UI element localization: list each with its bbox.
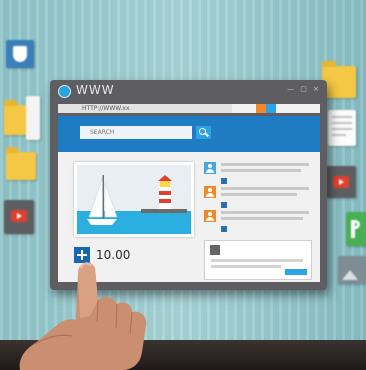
- sailboat-lighthouse-illustration: [77, 165, 191, 234]
- video-icon: [4, 200, 34, 234]
- image-icon: [338, 256, 366, 284]
- address-bar[interactable]: HTTP://WWW.xx: [58, 104, 320, 113]
- address-bar-tab[interactable]: [276, 104, 320, 113]
- feed-badge: [221, 178, 227, 184]
- user-icon: [210, 245, 220, 255]
- user-icon: [204, 210, 216, 222]
- shield-icon: [6, 40, 34, 68]
- folder-icon: [322, 61, 356, 98]
- feed-item[interactable]: [204, 162, 314, 184]
- address-bar-tab[interactable]: [232, 104, 256, 113]
- photo-card: [26, 96, 40, 140]
- browser-window: WWW — ▢ × HTTP://WWW.xx SEARCH 10.00: [50, 80, 327, 290]
- title-bar: WWW — ▢ ×: [50, 80, 327, 100]
- feed-text-line: [221, 163, 309, 166]
- page-header: [58, 116, 320, 152]
- url-field[interactable]: HTTP://WWW.xx: [58, 104, 233, 113]
- photo-scene: WWW — ▢ × HTTP://WWW.xx SEARCH 10.00: [0, 0, 366, 370]
- comment-text-line: [211, 265, 281, 268]
- window-title: WWW: [76, 83, 115, 97]
- user-icon: [204, 162, 216, 174]
- feed-text-line: [221, 187, 309, 190]
- url-text: HTTP://WWW.xx: [82, 105, 130, 112]
- feed-item[interactable]: [204, 186, 314, 208]
- comment-text-line: [211, 259, 303, 262]
- globe-icon: [58, 85, 71, 98]
- feed-text-line: [221, 217, 303, 220]
- video-icon: [326, 166, 356, 198]
- user-icon: [204, 186, 216, 198]
- plus-icon[interactable]: [74, 247, 90, 263]
- comment-box[interactable]: [204, 240, 312, 280]
- share-count: 10.00: [96, 248, 131, 262]
- folder-icon: [6, 147, 36, 180]
- address-bar-tab[interactable]: [266, 104, 276, 113]
- window-controls[interactable]: — ▢ ×: [287, 85, 321, 93]
- comment-submit-button[interactable]: [285, 269, 307, 275]
- feed-item[interactable]: [204, 210, 314, 232]
- post-image[interactable]: [74, 162, 194, 237]
- feed-badge: [221, 202, 227, 208]
- feed-text-line: [221, 193, 297, 196]
- search-input[interactable]: [80, 126, 192, 139]
- address-bar-tab[interactable]: [256, 104, 266, 113]
- document-icon: [328, 110, 356, 146]
- app-icon: [346, 212, 366, 246]
- feed-text-line: [221, 169, 301, 172]
- search-icon[interactable]: [196, 126, 211, 139]
- feed-badge: [221, 226, 227, 232]
- table-surface: [0, 340, 366, 370]
- web-page: 10.00: [58, 116, 320, 282]
- feed-text-line: [221, 211, 309, 214]
